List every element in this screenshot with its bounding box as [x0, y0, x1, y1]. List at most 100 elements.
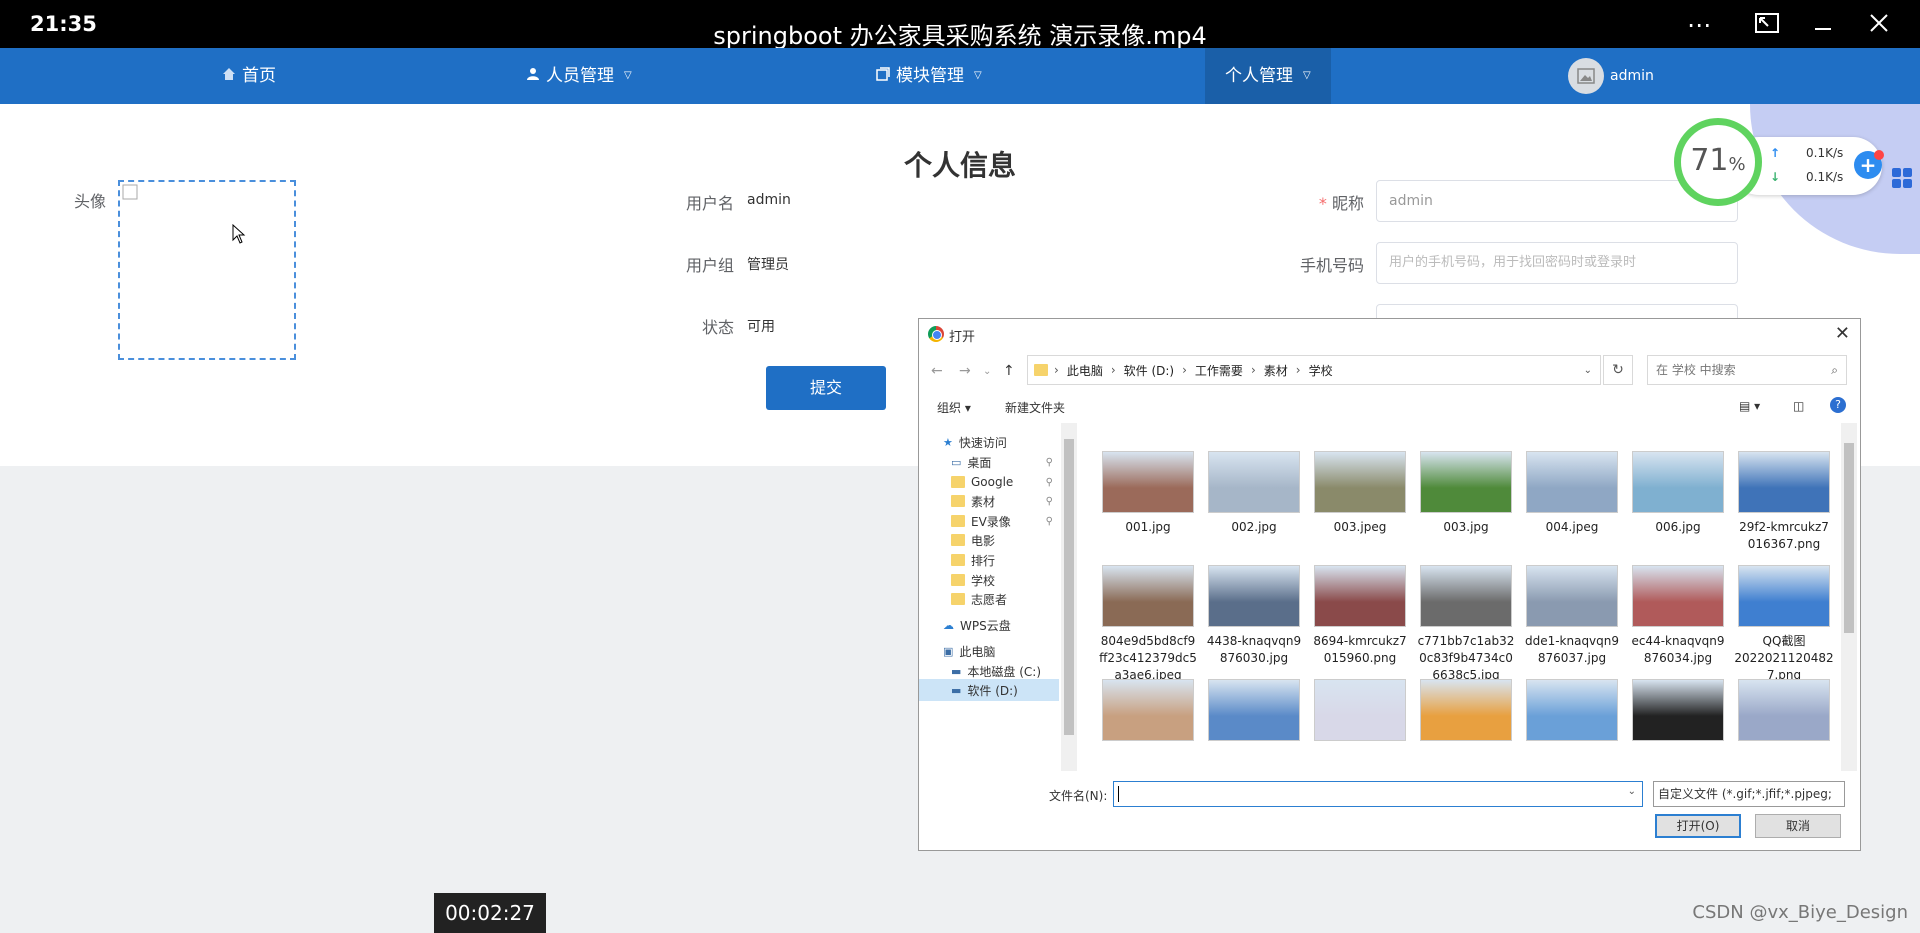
sidebar-item[interactable]: ☁ WPS云盘: [919, 614, 1059, 636]
file-item[interactable]: 4438-knaqvqn9 876030.jpg: [1201, 565, 1307, 667]
file-item[interactable]: ec44-knaqvqn9 876034.jpg: [1625, 565, 1731, 667]
sidebar-item[interactable]: ★ 快速访问: [919, 431, 1059, 453]
sidebar-item[interactable]: ▣ 此电脑: [919, 640, 1059, 662]
submit-button[interactable]: 提交: [766, 366, 886, 410]
address-bar[interactable]: › 此电脑 › 软件 (D:) › 工作需要 › 素材 › 学校 ⌄: [1027, 355, 1601, 385]
nav-modules-label: 模块管理: [896, 66, 964, 86]
cancel-button[interactable]: 取消: [1755, 814, 1841, 838]
file-name: 8694-kmrcukz7 015960.png: [1313, 634, 1407, 665]
up-icon[interactable]: ↑: [1003, 363, 1015, 379]
folder-icon: [1034, 364, 1048, 376]
filetype-select[interactable]: 自定义文件 (*.gif;*.jfif;*.pjpeg;: [1653, 781, 1845, 807]
file-thumbnail: [1314, 451, 1406, 513]
nav-personal[interactable]: 个人管理 ▽: [1205, 48, 1331, 104]
dialog-close-icon[interactable]: ✕: [1835, 323, 1850, 344]
sidebar-item-label: 快速访问: [958, 435, 1007, 450]
files-scroll-thumb[interactable]: [1844, 443, 1854, 633]
file-item[interactable]: 804e9d5bd8cf9 ff23c412379dc5 a3ae6.jpeg: [1095, 565, 1201, 684]
folder-icon: [951, 554, 965, 566]
avatar-label: 头像: [73, 192, 106, 211]
file-name: 003.jpeg: [1333, 520, 1387, 534]
refresh-icon[interactable]: ↻: [1603, 355, 1633, 385]
mouse-cursor-icon: [232, 224, 246, 244]
file-item[interactable]: 004.jpeg: [1519, 451, 1625, 536]
file-item[interactable]: [1519, 679, 1625, 747]
chevron-down-icon: ▽: [624, 70, 632, 81]
file-name: c771bb7c1ab32 0c83f9b4734c0 6638c5.jpg: [1417, 634, 1515, 682]
file-item[interactable]: [1625, 679, 1731, 747]
file-item[interactable]: 8694-kmrcukz7 015960.png: [1307, 565, 1413, 667]
view-options-icon[interactable]: ▤ ▾: [1739, 399, 1760, 413]
folder-icon: [951, 534, 965, 546]
upload-speed: 0.1K/s: [1806, 146, 1844, 160]
close-icon[interactable]: [1864, 12, 1894, 38]
sidebar-item[interactable]: ▬ 软件 (D:): [919, 679, 1059, 701]
sidebar-item[interactable]: 电影: [919, 529, 1059, 551]
folder-icon: [951, 593, 965, 605]
search-input[interactable]: 在 学校 中搜索 ⌕: [1647, 355, 1847, 385]
breadcrumb-item[interactable]: 学校: [1309, 362, 1333, 379]
apps-grid-icon[interactable]: [1892, 168, 1912, 188]
avatar-upload[interactable]: [118, 180, 296, 360]
file-item[interactable]: [1307, 679, 1413, 747]
new-folder-button[interactable]: 新建文件夹: [1005, 399, 1065, 416]
file-thumbnail: [1102, 451, 1194, 513]
file-thumbnail: [1314, 679, 1406, 741]
file-name: 804e9d5bd8cf9 ff23c412379dc5 a3ae6.jpeg: [1099, 634, 1197, 682]
file-name: 006.jpg: [1655, 520, 1701, 534]
file-item[interactable]: 29f2-kmrcukz7 016367.png: [1731, 451, 1835, 553]
recent-dropdown-icon[interactable]: ⌄: [983, 366, 991, 377]
nav-personnel[interactable]: 人员管理 ▽: [526, 48, 632, 104]
files-scrollbar[interactable]: [1841, 423, 1857, 771]
file-name: 29f2-kmrcukz7 016367.png: [1739, 520, 1829, 551]
back-icon[interactable]: ←: [931, 363, 943, 379]
file-item[interactable]: dde1-knaqvqn9 876037.jpg: [1519, 565, 1625, 667]
file-thumbnail: [1208, 565, 1300, 627]
file-item[interactable]: 006.jpg: [1625, 451, 1731, 536]
nav-user[interactable]: admin: [1568, 48, 1654, 104]
open-button[interactable]: 打开(O): [1655, 814, 1741, 838]
file-item[interactable]: 003.jpeg: [1307, 451, 1413, 536]
file-name: 003.jpg: [1443, 520, 1489, 534]
dialog-sidebar: ★ 快速访问 ▭ 桌面 ⚲ Google ⚲ 素材 ⚲ EV录像 ⚲ 电影 排行 学校 志愿者 ☁ WPS云盘 ▣…: [919, 423, 1059, 771]
sidebar-item[interactable]: ▭ 桌面 ⚲: [919, 451, 1059, 473]
picture-in-picture-icon[interactable]: [1752, 12, 1782, 38]
file-item[interactable]: [1731, 679, 1835, 747]
file-item[interactable]: [1095, 679, 1201, 747]
chevron-down-icon[interactable]: ⌄: [1628, 786, 1636, 797]
sidebar-scrollbar[interactable]: [1061, 423, 1077, 771]
sidebar-item[interactable]: 志愿者: [919, 588, 1059, 610]
file-item[interactable]: [1413, 679, 1519, 747]
sidebar-item[interactable]: 素材 ⚲: [919, 490, 1059, 512]
phone-input[interactable]: 用户的手机号码，用于找回密码时或登录时: [1376, 242, 1738, 284]
chevron-down-icon: ▽: [974, 70, 982, 81]
file-item[interactable]: 003.jpg: [1413, 451, 1519, 536]
breadcrumb-item[interactable]: 工作需要: [1195, 362, 1243, 379]
chevron-down-icon[interactable]: ⌄: [1584, 365, 1592, 376]
more-icon[interactable]: ⋯: [1684, 12, 1714, 38]
help-icon[interactable]: ?: [1830, 397, 1846, 413]
drive-icon: ▬: [951, 683, 962, 697]
file-thumbnail: [1420, 565, 1512, 627]
nav-home[interactable]: 首页: [222, 48, 276, 104]
breadcrumb-item[interactable]: 素材: [1264, 362, 1288, 379]
preview-pane-icon[interactable]: ◫: [1793, 399, 1804, 413]
file-item[interactable]: c771bb7c1ab32 0c83f9b4734c0 6638c5.jpg: [1413, 565, 1519, 684]
breadcrumb-item[interactable]: 软件 (D:): [1124, 362, 1174, 379]
minimize-icon[interactable]: [1808, 12, 1838, 38]
folder-icon: [951, 476, 965, 488]
breadcrumb-item[interactable]: 此电脑: [1067, 362, 1103, 379]
required-mark: *: [1318, 194, 1327, 213]
forward-icon[interactable]: →: [959, 363, 971, 379]
file-item[interactable]: 002.jpg: [1201, 451, 1307, 536]
filename-input[interactable]: ⌄: [1113, 781, 1643, 807]
file-item[interactable]: [1201, 679, 1307, 747]
organize-button[interactable]: 组织 ▾: [937, 399, 971, 416]
sidebar-scroll-thumb[interactable]: [1064, 439, 1074, 735]
file-item[interactable]: 001.jpg: [1095, 451, 1201, 536]
memory-usage-ring[interactable]: 71%: [1674, 118, 1762, 206]
nav-modules[interactable]: 模块管理 ▽: [876, 48, 982, 104]
file-item[interactable]: QQ截图 2022021120482 7.png: [1731, 565, 1835, 684]
dialog-toolbar: 组织 ▾ 新建文件夹 ▤ ▾ ◫ ?: [919, 391, 1860, 421]
sidebar-item[interactable]: 排行: [919, 549, 1059, 571]
